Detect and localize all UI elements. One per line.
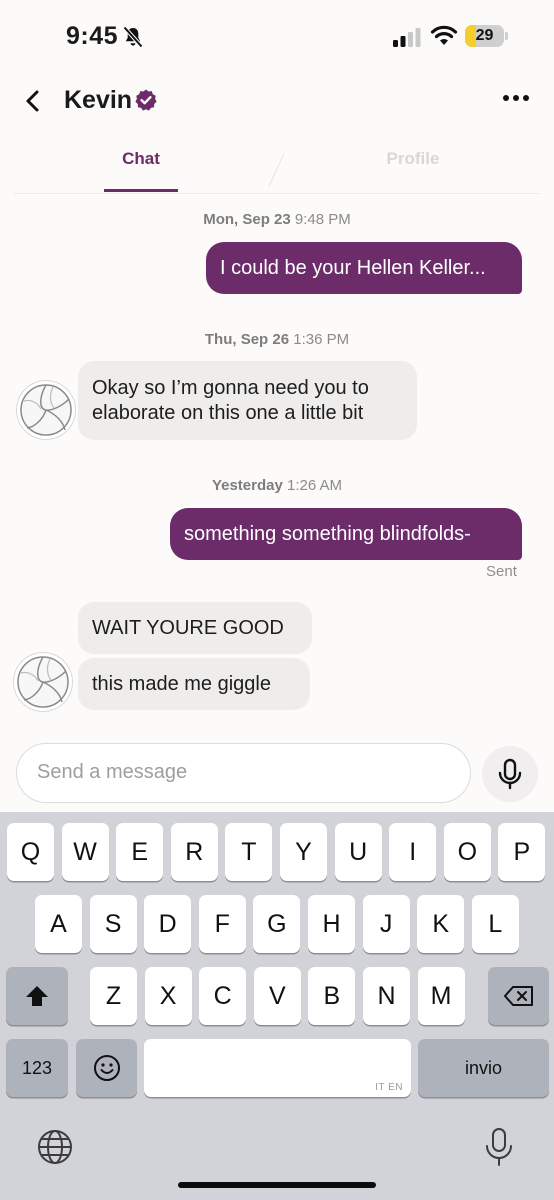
voice-message-button[interactable] <box>482 746 538 802</box>
key-w[interactable]: W <box>61 823 109 881</box>
microphone-icon <box>498 758 522 790</box>
verified-badge-icon <box>135 89 157 111</box>
key-p[interactable]: P <box>498 823 546 881</box>
status-time: 9:45 <box>66 22 119 50</box>
key-h[interactable]: H <box>308 895 355 953</box>
battery-indicator: 29 <box>465 25 509 47</box>
key-d[interactable]: D <box>144 895 192 953</box>
message-text: WAIT YOURE GOOD <box>92 617 284 639</box>
emoji-icon <box>93 1055 120 1081</box>
ellipsis-icon[interactable] <box>500 90 532 106</box>
key-m[interactable]: M <box>417 967 465 1025</box>
emoji-key[interactable] <box>76 1039 137 1097</box>
message-text: this made me giggle <box>92 673 271 695</box>
message-text-line: elaborate on this one a little bit <box>92 401 364 424</box>
status-bar: 9:45 29 <box>0 0 554 70</box>
key-f[interactable]: F <box>198 895 246 953</box>
key-r[interactable]: R <box>170 823 218 881</box>
message-timestamp: Mon, Sep 23 9:48 PM <box>203 211 351 228</box>
backspace-icon <box>503 986 533 1006</box>
dictation-mic-icon[interactable] <box>484 1126 514 1168</box>
cellular-signal-icon <box>393 28 421 47</box>
message-text: something something blindfolds- <box>184 523 471 545</box>
contact-avatar[interactable] <box>14 653 72 711</box>
home-indicator <box>178 1182 376 1188</box>
key-a[interactable]: A <box>35 895 82 953</box>
wifi-icon <box>430 25 458 45</box>
tab-divider <box>268 153 285 187</box>
received-message-bubble[interactable]: Okay so I’m gonna need you to elaborate … <box>78 361 417 440</box>
key-v[interactable]: V <box>253 967 301 1025</box>
volleyball-icon <box>20 384 72 436</box>
bell-off-icon <box>123 26 143 48</box>
key-i[interactable]: I <box>389 823 437 881</box>
message-input[interactable] <box>37 744 457 801</box>
message-text-line: Okay so I’m gonna need you to <box>92 376 369 399</box>
chevron-left-icon[interactable] <box>18 84 48 118</box>
key-l[interactable]: L <box>471 895 519 953</box>
key-z[interactable]: Z <box>90 967 137 1025</box>
shift-key[interactable] <box>6 967 68 1025</box>
numbers-key[interactable]: 123 <box>6 1039 68 1097</box>
key-y[interactable]: Y <box>280 823 327 881</box>
key-q[interactable]: Q <box>7 823 54 881</box>
received-message-bubble[interactable]: WAIT YOURE GOOD <box>78 602 312 654</box>
return-key[interactable]: invio <box>418 1039 549 1097</box>
sent-message-bubble[interactable]: something something blindfolds- <box>170 508 522 560</box>
delivery-status: Sent <box>486 563 517 580</box>
key-c[interactable]: C <box>199 967 247 1025</box>
battery-level: 29 <box>475 27 494 44</box>
key-k[interactable]: K <box>417 895 465 953</box>
key-o[interactable]: O <box>443 823 491 881</box>
volleyball-icon <box>17 656 69 708</box>
sent-message-bubble[interactable]: I could be your Hellen Keller... <box>206 242 522 294</box>
key-x[interactable]: X <box>144 967 192 1025</box>
key-s[interactable]: S <box>89 895 137 953</box>
key-b[interactable]: B <box>308 967 356 1025</box>
tab-profile[interactable]: Profile <box>372 132 454 192</box>
key-j[interactable]: J <box>362 895 410 953</box>
contact-name[interactable]: Kevin <box>64 86 132 115</box>
backspace-key[interactable] <box>488 967 549 1025</box>
received-message-bubble[interactable]: this made me giggle <box>78 658 310 710</box>
key-e[interactable]: E <box>116 823 164 881</box>
key-t[interactable]: T <box>225 823 273 881</box>
key-u[interactable]: U <box>334 823 382 881</box>
globe-icon[interactable] <box>36 1128 74 1166</box>
message-timestamp: Thu, Sep 26 1:36 PM <box>204 331 350 348</box>
space-language-label: IT EN <box>375 1082 403 1093</box>
tab-bar: Chat Profile <box>14 132 540 194</box>
chat-header: Kevin <box>0 70 554 132</box>
contact-avatar[interactable] <box>17 381 75 439</box>
active-tab-indicator <box>104 189 178 192</box>
tab-chat[interactable]: Chat <box>104 132 178 192</box>
shift-icon <box>26 986 48 1006</box>
key-g[interactable]: G <box>253 895 301 953</box>
message-text: I could be your Hellen Keller... <box>220 257 486 279</box>
key-n[interactable]: N <box>363 967 410 1025</box>
message-composer <box>16 743 471 803</box>
space-key[interactable]: IT EN <box>144 1039 411 1097</box>
message-timestamp: Yesterday 1:26 AM <box>211 477 343 494</box>
